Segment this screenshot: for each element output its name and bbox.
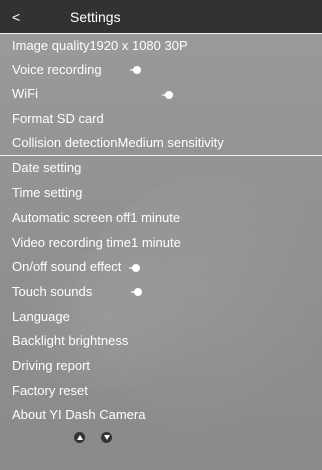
- toggle-knob: [132, 66, 141, 75]
- chevron-down-icon[interactable]: [101, 432, 112, 443]
- setting-touch-sounds[interactable]: Touch sounds: [0, 280, 322, 305]
- back-button[interactable]: <: [12, 9, 30, 25]
- setting-value: 1 minute: [130, 209, 181, 225]
- setting-label: Date setting: [12, 160, 82, 176]
- toggle-switch[interactable]: [162, 90, 174, 99]
- down-arrow-shape: [103, 435, 110, 440]
- setting-wifi[interactable]: WiFi: [0, 82, 322, 107]
- setting-label: Driving report: [12, 357, 91, 373]
- setting-date[interactable]: Date setting: [0, 156, 322, 181]
- setting-driving-report[interactable]: Driving report: [0, 354, 322, 379]
- toggle-switch[interactable]: [129, 66, 142, 75]
- setting-format-sd-card[interactable]: Format SD card: [0, 107, 322, 132]
- header-bar: < Settings: [0, 0, 322, 33]
- setting-label: Automatic screen off: [12, 209, 131, 225]
- setting-value: 1 minute: [131, 234, 181, 250]
- settings-list: Image quality 1920 x 1080 30P Voice recor…: [0, 33, 322, 428]
- setting-about[interactable]: About YI Dash Camera: [0, 403, 322, 428]
- setting-video-recording-time[interactable]: Video recording time 1 minute: [0, 231, 322, 256]
- toggle-knob: [165, 90, 173, 99]
- toggle-switch[interactable]: [131, 288, 143, 297]
- setting-collision-detection[interactable]: Collision detection Medium sensitivity: [0, 132, 322, 157]
- setting-label: Touch sounds: [12, 283, 93, 299]
- setting-label: Voice recording: [12, 61, 102, 77]
- setting-factory-reset[interactable]: Factory reset: [0, 379, 322, 404]
- scroll-navigation: [74, 432, 112, 443]
- setting-label: On/off sound effect: [12, 259, 122, 275]
- setting-backlight-brightness[interactable]: Backlight brightness: [0, 329, 322, 354]
- setting-label: Factory reset: [12, 382, 88, 398]
- up-arrow-shape: [76, 434, 83, 440]
- setting-label: Backlight brightness: [12, 333, 129, 349]
- setting-value: Medium sensitivity: [117, 135, 224, 151]
- setting-label: Collision detection: [12, 135, 118, 151]
- setting-label: Image quality: [12, 37, 90, 53]
- setting-on-off-sound-effect[interactable]: On/off sound effect: [0, 255, 322, 280]
- setting-image-quality[interactable]: Image quality 1920 x 1080 30P: [0, 33, 322, 58]
- toggle-switch[interactable]: [129, 263, 141, 272]
- setting-automatic-screen-off[interactable]: Automatic screen off 1 minute: [0, 206, 322, 231]
- setting-time[interactable]: Time setting: [0, 181, 322, 206]
- setting-voice-recording[interactable]: Voice recording: [0, 58, 322, 83]
- setting-label: Time setting: [12, 185, 83, 201]
- chevron-up-icon[interactable]: [74, 432, 85, 443]
- toggle-knob: [132, 263, 141, 272]
- setting-label: About YI Dash Camera: [12, 407, 146, 423]
- toggle-knob: [134, 288, 143, 297]
- setting-language[interactable]: Language: [0, 305, 322, 330]
- setting-label: Format SD card: [12, 111, 104, 127]
- setting-label: WiFi: [12, 86, 38, 102]
- settings-screen: < Settings Image quality 1920 x 1080 30P …: [0, 0, 322, 470]
- setting-value: 1920 x 1080 30P: [89, 37, 188, 53]
- page-title: Settings: [70, 8, 121, 25]
- setting-label: Language: [12, 308, 70, 324]
- setting-label: Video recording time: [12, 234, 131, 250]
